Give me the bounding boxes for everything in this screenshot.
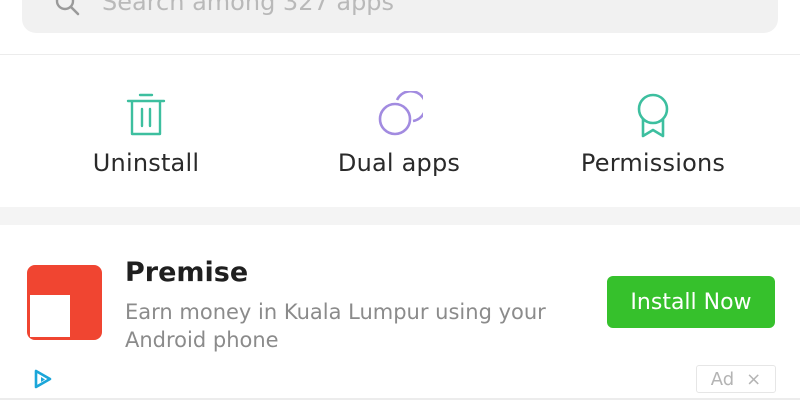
section-separator bbox=[0, 207, 800, 225]
ad-badge: Ad × bbox=[696, 365, 776, 393]
dual-circles-icon bbox=[378, 91, 423, 136]
ad-card[interactable]: Premise Earn money in Kuala Lumpur using… bbox=[0, 225, 800, 400]
search-input[interactable] bbox=[102, 0, 702, 16]
dual-apps-label: Dual apps bbox=[337, 149, 461, 177]
trash-icon bbox=[126, 93, 166, 136]
ribbon-badge-icon bbox=[637, 93, 669, 138]
quick-actions: Uninstall Dual apps Permissions bbox=[0, 55, 800, 207]
ad-description: Earn money in Kuala Lumpur using your An… bbox=[125, 300, 546, 352]
ad-title[interactable]: Premise bbox=[125, 257, 248, 288]
uninstall-label: Uninstall bbox=[92, 149, 200, 177]
permissions-action[interactable]: Permissions bbox=[506, 55, 800, 207]
app-manager-screen: Uninstall Dual apps Permissions Premise … bbox=[0, 0, 800, 400]
search-bar[interactable] bbox=[22, 0, 778, 33]
search-icon bbox=[55, 0, 80, 15]
adchoices-icon[interactable] bbox=[32, 368, 54, 390]
install-now-button[interactable]: Install Now bbox=[607, 276, 775, 328]
premise-app-icon[interactable] bbox=[27, 265, 102, 340]
ad-badge-label: Ad bbox=[710, 368, 735, 390]
uninstall-action[interactable]: Uninstall bbox=[0, 55, 292, 207]
close-icon[interactable]: × bbox=[746, 369, 761, 390]
app-icon-square bbox=[30, 295, 70, 337]
dual-apps-action[interactable]: Dual apps bbox=[292, 55, 506, 207]
permissions-label: Permissions bbox=[580, 149, 726, 177]
